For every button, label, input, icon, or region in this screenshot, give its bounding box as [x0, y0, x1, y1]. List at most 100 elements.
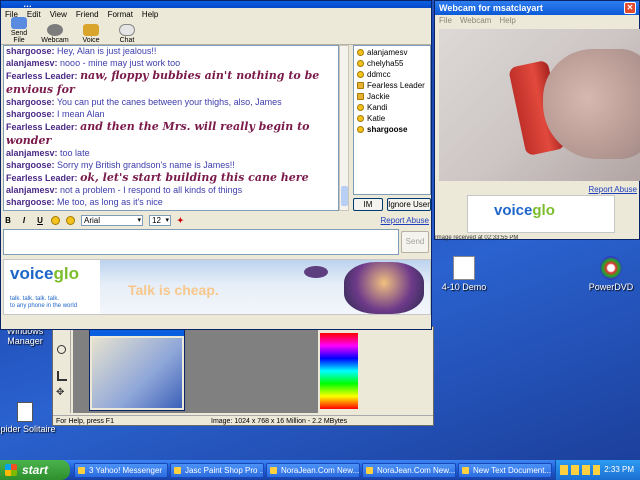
chat-button[interactable]: Chat: [113, 24, 141, 44]
webcam-titlebar[interactable]: Webcam for msatclayart ✕: [435, 1, 639, 15]
system-tray: 2:33 PM: [555, 460, 640, 480]
user-list[interactable]: alanjamesv chelyha55 ddmcc Fearless Leader J…: [353, 45, 431, 195]
ignore-user-button[interactable]: Ignore User: [387, 198, 431, 211]
user-list-item[interactable]: Jackie: [354, 91, 430, 102]
font-size-select[interactable]: 12: [149, 214, 171, 226]
webcam-menu-help[interactable]: Help: [499, 15, 515, 27]
document-icon: [453, 256, 475, 280]
status-icon: [357, 49, 364, 56]
user-name: shargoose: [367, 125, 408, 134]
message-text: nooo - mine may just work too: [60, 57, 181, 68]
message-sender[interactable]: shargoose:: [6, 46, 55, 56]
user-list-item[interactable]: Fearless Leader: [354, 80, 430, 91]
message-sender[interactable]: alanjamesv:: [6, 148, 58, 158]
menu-format[interactable]: Format: [108, 8, 133, 21]
send-button[interactable]: Send: [401, 231, 429, 253]
webcam-video: [439, 29, 640, 181]
task-norajean-2[interactable]: NoraJean.Com New...: [362, 463, 456, 478]
desktop-icon-spider-solitaire[interactable]: Spider Solitaire: [0, 402, 56, 434]
webcam-menu-webcam[interactable]: Webcam: [460, 15, 491, 27]
psp-image-window[interactable]: [89, 329, 185, 411]
emoticon-icon[interactable]: [51, 215, 60, 225]
webcam-report-abuse-link[interactable]: Report Abuse: [589, 185, 637, 194]
italic-button[interactable]: I: [19, 216, 29, 225]
user-name: Katie: [367, 114, 386, 123]
task-norajean-1[interactable]: NoraJean.Com New...: [266, 463, 360, 478]
chat-message: alanjamesv: too late: [6, 148, 336, 160]
status-icon: [357, 60, 364, 67]
menu-friend[interactable]: Friend: [76, 8, 99, 21]
psp-statusbar: For Help, press F1 Image: 1024 x 768 x 1…: [53, 415, 433, 426]
user-list-item[interactable]: shargoose: [354, 124, 430, 135]
task-yahoo-messenger[interactable]: 3 Yahoo! Messenger: [74, 463, 168, 478]
clock: 2:33 PM: [604, 465, 634, 474]
message-sender[interactable]: shargoose:: [6, 197, 55, 207]
smiley-icon[interactable]: [66, 215, 75, 225]
task-new-text-document[interactable]: New Text Document...: [458, 463, 552, 478]
voiceglo-banner[interactable]: voiceglo talk. talk. talk. talk. to any …: [3, 259, 431, 315]
color-palette[interactable]: [320, 333, 358, 409]
tray-icons[interactable]: [560, 465, 600, 475]
format-bar: B I U Arial 12 ✦ Report Abuse: [3, 213, 431, 227]
message-sender[interactable]: alanjamesv:: [6, 58, 58, 68]
webcam-button[interactable]: Webcam: [41, 24, 69, 44]
chat-message: shargoose: You can put the canes between…: [6, 97, 336, 109]
message-sender[interactable]: shargoose:: [6, 160, 55, 170]
webcam-menubar: File Webcam Help: [435, 15, 639, 27]
audible-icon[interactable]: ✦: [177, 216, 184, 225]
user-list-item[interactable]: Katie: [354, 113, 430, 124]
close-icon[interactable]: ✕: [624, 2, 636, 14]
message-sender[interactable]: alanjamesv:: [6, 185, 58, 195]
chat-message: Fearless Leader: ok, let's start buildin…: [6, 171, 336, 185]
message-text: not a problem - I respond to all kinds o…: [60, 185, 243, 195]
message-sender[interactable]: Fearless Leader:: [6, 71, 78, 81]
message-input[interactable]: [3, 229, 399, 255]
user-name: Jackie: [367, 92, 390, 101]
desktop-icon-demo[interactable]: 4-10 Demo: [433, 256, 495, 292]
im-button[interactable]: IM: [353, 198, 383, 211]
banner-slogan: Talk is cheap.: [128, 282, 219, 298]
bold-button[interactable]: B: [3, 216, 13, 225]
powerdvd-icon: [600, 256, 622, 280]
chat-message: alanjamesv: nooo - mine may just work to…: [6, 58, 336, 70]
message-scrollbar[interactable]: [339, 45, 349, 211]
user-list-item[interactable]: ddmcc: [354, 69, 430, 80]
chat-menubar: File Edit View Friend Format Help: [1, 8, 431, 21]
report-abuse-link[interactable]: Report Abuse: [381, 216, 429, 225]
move-tool-icon[interactable]: ✥: [56, 387, 68, 399]
status-icon: [357, 93, 364, 100]
send-file-button[interactable]: Send File: [5, 17, 33, 44]
chat-titlebar[interactable]: …: [1, 1, 431, 8]
scrollbar-thumb[interactable]: [341, 186, 348, 206]
zoom-tool-icon[interactable]: [57, 345, 66, 354]
voice-icon: [83, 24, 99, 36]
menu-view[interactable]: View: [50, 8, 67, 21]
webcam-voiceglo-ad[interactable]: voiceglo: [467, 195, 615, 233]
message-sender[interactable]: Fearless Leader:: [6, 173, 78, 183]
user-name: ddmcc: [367, 70, 391, 79]
user-name: Kandi: [367, 103, 388, 112]
voice-button[interactable]: Voice: [77, 24, 105, 44]
message-log[interactable]: shargoose: Hey, Alan is just jealous!! al…: [3, 45, 339, 211]
user-list-item[interactable]: Kandi: [354, 102, 430, 113]
user-name: chelyha55: [367, 59, 404, 68]
cards-icon: [17, 402, 33, 422]
psp-image-titlebar[interactable]: [90, 330, 184, 336]
user-list-item[interactable]: alanjamesv: [354, 47, 430, 58]
message-sender[interactable]: shargoose:: [6, 109, 55, 119]
message-sender[interactable]: shargoose:: [6, 97, 55, 107]
task-paint-shop-pro[interactable]: Jasc Paint Shop Pro ...: [170, 463, 264, 478]
chat-message: shargoose: Hey, Alan is just jealous!!: [6, 46, 336, 58]
user-list-item[interactable]: chelyha55: [354, 58, 430, 69]
psp-image-thumbnail: [92, 338, 182, 408]
message-text: Me too, as long as it's nice: [57, 196, 163, 207]
menu-help[interactable]: Help: [142, 8, 158, 21]
status-icon: [357, 115, 364, 122]
message-sender[interactable]: Fearless Leader:: [6, 122, 78, 132]
webcam-menu-file[interactable]: File: [439, 15, 452, 27]
desktop-icon-powerdvd[interactable]: PowerDVD: [580, 256, 640, 292]
font-select[interactable]: Arial: [81, 214, 143, 226]
underline-button[interactable]: U: [35, 216, 45, 225]
start-button[interactable]: start: [0, 460, 70, 480]
crop-tool-icon[interactable]: [57, 371, 67, 381]
